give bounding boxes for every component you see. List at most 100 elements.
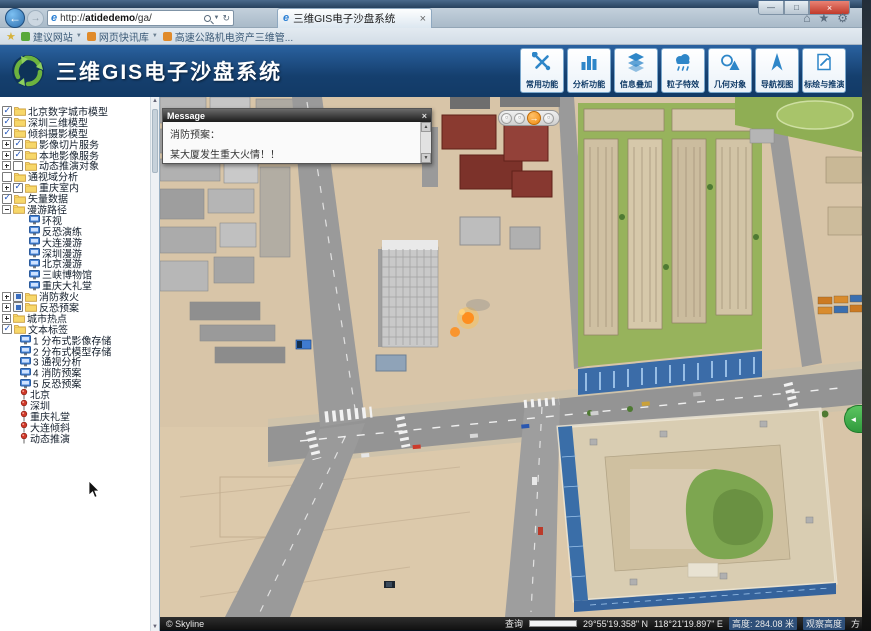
back-icon: ← <box>9 11 21 25</box>
folder-icon <box>25 139 37 149</box>
toolbar-button-label: 分析功能 <box>573 78 605 89</box>
checkbox[interactable] <box>13 161 23 171</box>
search-icon[interactable] <box>204 15 211 22</box>
expand-icon[interactable] <box>2 303 11 312</box>
tree-item[interactable]: 动态推演 <box>0 433 159 444</box>
tree-item[interactable]: 5 反恐预案 <box>0 378 159 389</box>
checkbox[interactable] <box>2 324 12 334</box>
scroll-up-icon[interactable]: ▲ <box>421 122 431 132</box>
toolbar-button-geometry[interactable]: 几何对象 <box>708 48 752 93</box>
playback-prev-button[interactable]: ○ <box>501 113 512 124</box>
playback-play-button[interactable]: → <box>527 111 541 125</box>
toolbar-button-label: 常用功能 <box>526 78 558 89</box>
apartment-complex-east <box>578 103 762 395</box>
panel-scrollbar[interactable]: ▲ ▼ <box>150 97 159 631</box>
tree-item-label: 动态推演 <box>30 430 70 445</box>
tree-item[interactable]: 动态推演对象 <box>0 160 159 171</box>
home-icon[interactable]: ⌂ <box>803 11 810 25</box>
app-window: ← → e http://atidedemo/ga/ ▼ ↻ e 三维GIS电子… <box>0 0 871 631</box>
tree-item[interactable]: 重庆室内 <box>0 182 159 193</box>
expand-icon[interactable] <box>2 140 11 149</box>
screen-icon <box>29 259 40 269</box>
desktop-background <box>862 0 871 631</box>
tab-close-icon[interactable]: × <box>420 13 426 25</box>
playback-stop-button[interactable]: ○ <box>514 113 525 124</box>
favorite-item-web-slice[interactable]: 网页快讯库 ▼ <box>87 29 158 44</box>
favorites-icon[interactable]: ★ <box>818 11 829 25</box>
address-bar[interactable]: e http://atidedemo/ga/ ▼ ↻ <box>47 10 234 26</box>
forward-button[interactable]: → <box>27 10 44 27</box>
tree-item[interactable]: 通视域分析 <box>0 171 159 182</box>
scroll-down-icon[interactable]: ▼ <box>151 624 159 630</box>
message-scrollbar[interactable]: ▲ ▼ <box>420 122 431 163</box>
message-line-2: 某大厦发生重大火情！！ <box>163 141 431 161</box>
expand-icon[interactable] <box>2 183 11 192</box>
map-3d-view[interactable]: Message × 消防预案： 某大厦发生重大火情！！ ▲ ▼ ○ ○ → ○ … <box>160 97 862 631</box>
checkbox[interactable] <box>13 302 23 312</box>
folder-icon <box>13 204 25 214</box>
message-popup-titlebar[interactable]: Message × <box>163 109 431 122</box>
toolbar-button-navigation[interactable]: 导航视图 <box>755 48 799 93</box>
scrollbar-thumb[interactable] <box>152 109 158 173</box>
add-favorite-icon[interactable]: ★ <box>6 30 16 43</box>
expand-icon[interactable] <box>2 151 11 160</box>
minimize-button[interactable]: — <box>758 1 784 15</box>
favorite-item-suggested-sites[interactable]: 建议网站 ▼ <box>21 29 82 44</box>
url-text[interactable]: http://atidedemo/ga/ <box>60 13 200 24</box>
toolbar-button-bar-chart[interactable]: 分析功能 <box>567 48 611 93</box>
tree-item[interactable]: 重庆大礼堂 <box>0 280 159 291</box>
pin-icon <box>20 411 28 422</box>
tree-item[interactable]: 深圳 <box>0 400 159 411</box>
main-toolbar: 常用功能 分析功能信息叠加粒子特效几何对象导航视图标绘与推演 <box>520 48 846 93</box>
toolbar-button-particle[interactable]: 粒子特效 <box>661 48 705 93</box>
app-header: 三维GIS电子沙盘系统 常用功能分析功能信息叠加粒子特效几何对象导航视图标绘与推… <box>0 45 862 97</box>
tree-item[interactable]: 城市热点 <box>0 313 159 324</box>
screen-icon <box>20 357 31 367</box>
longitude-value: 118°21'19.897" E <box>654 619 723 629</box>
checkbox[interactable] <box>2 194 12 204</box>
tree-item[interactable]: 消防救火 <box>0 291 159 302</box>
refresh-icon[interactable]: ↻ <box>222 13 230 24</box>
checkbox[interactable] <box>2 128 12 138</box>
expand-icon[interactable] <box>2 292 11 301</box>
back-button[interactable]: ← <box>5 8 25 28</box>
collapse-icon[interactable] <box>2 205 11 214</box>
toolbar-button-label: 标绘与推演 <box>804 78 844 89</box>
tree-item[interactable]: 北京 <box>0 389 159 400</box>
expand-icon[interactable] <box>2 314 11 323</box>
address-dropdown-icon[interactable]: ▼ <box>214 15 220 21</box>
checkbox[interactable] <box>13 150 23 160</box>
playback-next-button[interactable]: ○ <box>543 113 554 124</box>
message-popup-body: 消防预案： 某大厦发生重大火情！！ ▲ ▼ <box>163 122 431 163</box>
tree-item[interactable]: 反恐预案 <box>0 302 159 313</box>
tree-item[interactable]: 重庆礼堂 <box>0 411 159 422</box>
close-icon[interactable]: × <box>422 111 427 121</box>
screen-icon <box>29 270 40 280</box>
scroll-up-icon[interactable]: ▲ <box>151 98 159 104</box>
folder-icon <box>25 292 37 302</box>
view-height-label: 观察高度 <box>803 617 845 630</box>
tree-item[interactable]: 漫游路径 <box>0 204 159 215</box>
settings-gear-icon[interactable]: ⚙ <box>837 11 848 25</box>
checkbox[interactable] <box>2 172 12 182</box>
toolbar-button-layers[interactable]: 信息叠加 <box>614 48 658 93</box>
toolbar-button-label: 导航视图 <box>761 78 793 89</box>
toolbar-button-tools[interactable]: 常用功能 <box>520 48 564 93</box>
checkbox[interactable] <box>13 183 23 193</box>
toolbar-button-label: 粒子特效 <box>667 78 699 89</box>
tree-item[interactable]: 大连倾斜 <box>0 422 159 433</box>
expand-icon[interactable] <box>2 161 11 170</box>
message-line-1: 消防预案： <box>163 122 431 141</box>
query-label: 查询 <box>505 617 523 630</box>
browser-tab[interactable]: e 三维GIS电子沙盘系统 × <box>277 8 432 28</box>
chevron-down-icon: ▼ <box>76 33 82 39</box>
favorite-item-highway[interactable]: 高速公路机电资产三维管... <box>163 29 293 44</box>
message-popup[interactable]: Message × 消防预案： 某大厦发生重大火情！！ ▲ ▼ <box>162 108 432 164</box>
layer-tree-panel: 北京数字城市模型深圳三维模型倾斜摄影模型影像切片服务本地影像服务动态推演对象通视… <box>0 97 160 631</box>
scroll-down-icon[interactable]: ▼ <box>421 153 431 163</box>
checkbox[interactable] <box>13 292 23 302</box>
toolbar-button-plot[interactable]: 标绘与推演 <box>802 48 846 93</box>
pin-icon <box>20 422 28 433</box>
tree-item[interactable]: 矢量数据 <box>0 193 159 204</box>
bookmark-icon <box>163 32 172 41</box>
